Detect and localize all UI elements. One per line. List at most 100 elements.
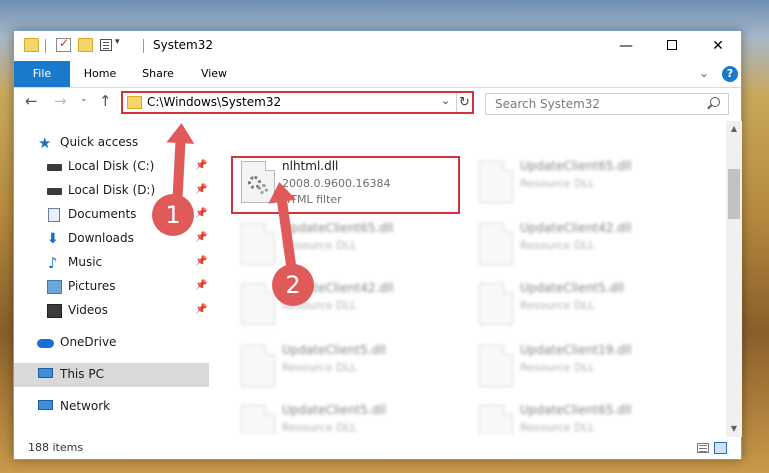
minimize-button[interactable]: —: [603, 31, 649, 61]
file-item[interactable]: UpdateClient5.dll Resource DLL: [234, 341, 464, 395]
file-name: UpdateClient65.dll: [520, 403, 632, 417]
file-item[interactable]: UpdateClient42.dll Resource DLL: [472, 219, 702, 273]
dll-file-icon: [241, 223, 275, 265]
sidebar-item-this-pc[interactable]: This PC: [14, 363, 209, 387]
sidebar-item-label: OneDrive: [60, 335, 117, 349]
search-placeholder: Search System32: [495, 97, 601, 111]
dll-file-icon: [479, 283, 513, 325]
file-description: Resource DLL: [520, 177, 595, 190]
sidebar-item-label: Quick access: [60, 135, 139, 149]
computer-icon: [38, 368, 53, 378]
divider: [45, 39, 46, 53]
recent-locations-icon[interactable]: ⌄: [80, 94, 88, 104]
pin-icon[interactable]: 📌: [195, 232, 207, 243]
videos-icon: [47, 304, 62, 318]
file-item[interactable]: UpdateClient65.dll Resource DLL: [472, 401, 702, 435]
forward-button[interactable]: →: [54, 92, 67, 110]
download-icon: ⬇: [47, 231, 59, 247]
file-description: Resource DLL: [520, 421, 595, 434]
address-dropdown-icon[interactable]: ⌄: [441, 94, 450, 107]
tab-file[interactable]: File: [14, 61, 70, 87]
file-description: Resource DLL: [282, 421, 357, 434]
file-item[interactable]: UpdateClient5.dll Resource DLL: [472, 279, 702, 333]
file-item[interactable]: UpdateClient19.dll Resource DLL: [472, 341, 702, 395]
sidebar-item-label: Network: [60, 399, 111, 413]
file-name: UpdateClient65.dll: [282, 221, 394, 235]
file-description: Resource DLL: [520, 361, 595, 374]
annotation-step-1: 1: [152, 194, 194, 236]
file-name: UpdateClient19.dll: [520, 343, 632, 357]
address-bar[interactable]: C:\Windows\System32 ⌄ ↻: [121, 91, 474, 114]
dll-file-icon: [479, 345, 513, 387]
expand-ribbon-icon[interactable]: ⌄: [699, 66, 709, 80]
dll-file-icon: [241, 405, 275, 435]
new-folder-icon[interactable]: [78, 38, 93, 52]
file-description: Resource DLL: [282, 361, 357, 374]
tiles-view-icon[interactable]: [714, 442, 727, 454]
back-button[interactable]: ←: [25, 92, 38, 110]
search-input[interactable]: Search System32: [485, 93, 729, 115]
details-view-icon[interactable]: [697, 443, 709, 453]
dll-file-icon: [479, 161, 513, 203]
pin-icon[interactable]: 📌: [195, 184, 207, 195]
network-icon: [38, 400, 53, 410]
file-name: UpdateClient5.dll: [520, 281, 624, 295]
drive-icon: [47, 188, 62, 195]
dll-file-icon: [479, 405, 513, 435]
vertical-scrollbar[interactable]: ▲ ▼: [726, 121, 742, 437]
sidebar-item-pictures[interactable]: Pictures 📌: [14, 275, 209, 299]
maximize-icon: [667, 40, 677, 50]
customize-toolbar-icon[interactable]: [100, 39, 112, 51]
scrollbar-thumb[interactable]: [728, 169, 740, 219]
scroll-up-icon[interactable]: ▲: [726, 121, 742, 137]
title-bar: ▾ System32 — ✕: [14, 31, 741, 61]
file-explorer-window: ▾ System32 — ✕ File Home Share View ⌄ ? …: [13, 30, 742, 460]
file-name: UpdateClient65.dll: [520, 159, 632, 173]
sidebar-item-music[interactable]: ♪ Music 📌: [14, 251, 209, 275]
pin-icon[interactable]: 📌: [195, 208, 207, 219]
properties-check-icon[interactable]: [56, 36, 71, 52]
maximize-button[interactable]: [649, 31, 695, 61]
close-button[interactable]: ✕: [695, 31, 741, 61]
sidebar-item-label: Local Disk (C:): [68, 159, 155, 173]
window-title: System32: [153, 38, 214, 52]
sidebar-item-label: Pictures: [68, 279, 116, 293]
annotation-step-2: 2: [272, 264, 314, 306]
item-count: 188 items: [28, 441, 84, 454]
file-description: Resource DLL: [520, 239, 595, 252]
star-icon: ★: [38, 134, 52, 152]
sidebar-item-label: Local Disk (D:): [68, 183, 156, 197]
sidebar-item-label: Downloads: [68, 231, 134, 245]
sidebar-item-videos[interactable]: Videos 📌: [14, 299, 209, 323]
sidebar-item-label: Documents: [68, 207, 137, 221]
pin-icon[interactable]: 📌: [195, 304, 207, 315]
sidebar-item-label: Videos: [68, 303, 108, 317]
file-item[interactable]: UpdateClient5.dll Resource DLL: [234, 401, 464, 435]
file-name: UpdateClient5.dll: [282, 343, 386, 357]
search-icon[interactable]: [710, 97, 720, 107]
file-item[interactable]: UpdateClient65.dll Resource DLL: [234, 219, 464, 273]
file-name: UpdateClient5.dll: [282, 403, 386, 417]
pin-icon[interactable]: 📌: [195, 256, 207, 267]
tab-share[interactable]: Share: [135, 61, 181, 87]
refresh-button[interactable]: ↻: [456, 93, 472, 112]
address-path[interactable]: C:\Windows\System32: [147, 95, 281, 109]
pin-icon[interactable]: 📌: [195, 280, 207, 291]
up-button[interactable]: ↑: [99, 92, 112, 110]
qat-dropdown-icon[interactable]: ▾: [115, 37, 120, 47]
file-description: Resource DLL: [520, 299, 595, 312]
cloud-icon: [37, 339, 54, 348]
pin-icon[interactable]: 📌: [195, 160, 207, 171]
file-item[interactable]: UpdateClient65.dll Resource DLL: [472, 157, 702, 211]
scroll-down-icon[interactable]: ▼: [726, 421, 742, 437]
file-item[interactable]: UpdateClient42.dll Resource DLL: [234, 279, 464, 333]
dll-file-icon: [241, 345, 275, 387]
sidebar-item-network[interactable]: Network: [14, 395, 209, 419]
tab-view[interactable]: View: [192, 61, 236, 87]
navigation-bar: ← → ⌄ ↑ C:\Windows\System32 ⌄ ↻ Search S…: [14, 89, 741, 117]
tab-home[interactable]: Home: [76, 61, 124, 87]
pictures-icon: [47, 280, 62, 294]
help-icon[interactable]: ?: [722, 66, 738, 82]
documents-icon: [48, 208, 60, 222]
sidebar-item-onedrive[interactable]: OneDrive: [14, 331, 209, 355]
